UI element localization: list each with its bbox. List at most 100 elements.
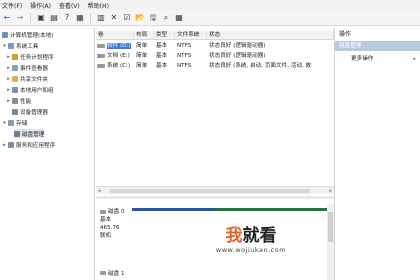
disk-0-logical-partition-bar[interactable] (216, 208, 332, 211)
refresh-icon[interactable]: ▥ (96, 13, 106, 23)
pane-splitter[interactable] (96, 196, 334, 199)
scrollbar-thumb[interactable] (328, 212, 333, 242)
status-cell: 状态良好 (系统, 启动, 页面文件, 活动, 故 (209, 63, 312, 69)
volume-icon (97, 53, 105, 58)
tree-item-label: 共享文件夹 (20, 76, 48, 83)
tree-item-system-tools[interactable]: ▾ 系统工具 (2, 41, 38, 50)
clock-icon (12, 53, 18, 60)
filesystem-cell: NTFS (177, 53, 192, 59)
column-header-status[interactable]: 状态 (207, 31, 334, 40)
tree-item-label: 存储 (16, 120, 28, 127)
actions-section-header[interactable]: 磁盘管理 (335, 41, 420, 51)
column-header-type[interactable]: 类型 (154, 31, 175, 40)
tree-item-label: 磁盘管理 (22, 131, 45, 138)
forward-arrow-icon[interactable]: → (15, 13, 25, 23)
scroll-right-icon[interactable]: ▸ (329, 187, 332, 195)
layout-cell: 简单 (136, 53, 148, 59)
tools-icon (8, 42, 14, 49)
disk-1-name: 磁盘 1 (108, 271, 125, 277)
menu-file[interactable]: 文件(F) (2, 1, 22, 10)
watermark-logo-part2: 就看 (242, 226, 277, 246)
open-folder-icon[interactable]: 📂 (135, 13, 145, 23)
menu-action[interactable]: 操作(A) (30, 1, 51, 10)
expand-icon[interactable]: ▸ (2, 142, 7, 148)
filesystem-cell: NTFS (177, 63, 192, 69)
expand-icon[interactable]: ▸ (6, 98, 11, 104)
watermark-url: www.wojiukan.com (215, 246, 287, 254)
help-icon[interactable]: ? (62, 13, 72, 23)
computer-icon (2, 31, 8, 38)
volume-name: 软件 (D:) (107, 43, 131, 49)
tree-item-services[interactable]: ▸ 服务和应用程序 (2, 140, 55, 149)
collapse-icon[interactable]: ▾ (2, 43, 7, 49)
vertical-scrollbar[interactable] (327, 204, 334, 280)
properties-icon[interactable]: ▦ (75, 13, 85, 23)
device-icon (12, 108, 18, 115)
scrollbar-thumb[interactable] (110, 189, 310, 193)
up-level-icon[interactable]: ▣ (36, 13, 46, 23)
tree-item-shared-folders[interactable]: ▸ 共享文件夹 (6, 74, 48, 83)
expand-icon[interactable]: ▸ (6, 87, 11, 93)
column-header-layout[interactable]: 布局 (134, 31, 154, 40)
disk-1-info[interactable]: 磁盘 1 (100, 268, 140, 278)
tree-item-disk-management[interactable]: 磁盘管理 (14, 129, 45, 138)
chevron-right-icon[interactable]: ▸ (413, 55, 416, 64)
tree-item-storage[interactable]: ▾ 存储 (2, 118, 27, 127)
menu-help[interactable]: 帮助(H) (88, 1, 109, 10)
check-icon[interactable]: ☑ (122, 13, 132, 23)
navigation-tree: 计算机管理(本地) ▾ 系统工具 ▸ 任务计划程序 ▸ 事件查看器 ▸ 共享文件… (0, 28, 95, 280)
type-cell: 基本 (156, 43, 168, 49)
expand-icon[interactable]: ▸ (6, 76, 11, 82)
collapse-icon[interactable]: ▾ (2, 120, 7, 126)
layout-cell: 简单 (136, 43, 148, 49)
volume-icon (97, 43, 105, 48)
table-row[interactable]: 软件 (D:) 简单 基本 NTFS 状态良好 (逻辑驱动器) (96, 42, 334, 51)
tree-item-label: 本地用户和组 (20, 87, 54, 94)
table-row[interactable]: 系统 (C:) 简单 基本 NTFS 状态良好 (系统, 启动, 页面文件, 活… (96, 62, 334, 71)
disk-0-info[interactable]: 磁盘 0 基本 465.76 联机 (100, 208, 130, 250)
disk-0-title: 磁盘 0 (100, 208, 130, 216)
horizontal-scrollbar[interactable]: ◂ ▸ (96, 186, 334, 194)
list-view-icon[interactable]: ▦ (174, 13, 184, 23)
tree-item-label: 系统工具 (16, 43, 39, 50)
disk-0-size: 465.76 (100, 225, 120, 231)
save-icon[interactable]: 🖫 (148, 13, 158, 23)
storage-icon (8, 119, 14, 126)
folder-icon (12, 75, 18, 82)
expand-icon[interactable]: ▸ (6, 65, 11, 71)
column-header-filesystem[interactable]: 文件系统 (175, 31, 207, 40)
tree-item-label: 服务和应用程序 (16, 142, 56, 149)
volume-cell: 系统 (C:) (96, 62, 134, 71)
volume-icon (97, 63, 105, 68)
more-actions-link[interactable]: 更多操作 (351, 55, 373, 64)
tree-item-event-viewer[interactable]: ▸ 事件查看器 (6, 63, 48, 72)
tree-item-device-manager[interactable]: 设备管理器 (12, 107, 48, 116)
layout-cell: 简单 (136, 63, 148, 69)
expand-icon[interactable]: ▸ (6, 54, 11, 60)
tree-item-label: 计算机管理(本地) (10, 32, 54, 39)
tree-item-label: 任务计划程序 (20, 54, 54, 61)
volume-cell: 软件 (D:) (96, 42, 134, 51)
tree-item-label: 性能 (20, 98, 32, 105)
toolbar-separator (90, 12, 91, 23)
filesystem-cell: NTFS (177, 43, 192, 49)
tree-item-performance[interactable]: ▸ 性能 (6, 96, 31, 105)
back-arrow-icon[interactable]: ← (2, 13, 12, 23)
delete-icon[interactable]: ✕ (109, 13, 119, 23)
scroll-left-icon[interactable]: ◂ (98, 187, 101, 195)
search-icon[interactable]: ⌕ (161, 13, 171, 23)
tree-item-label: 设备管理器 (20, 109, 48, 116)
disk-0-name: 磁盘 0 (108, 209, 125, 215)
tree-item-task-scheduler[interactable]: ▸ 任务计划程序 (6, 52, 54, 61)
tree-item-root[interactable]: 计算机管理(本地) (2, 30, 54, 39)
menu-view[interactable]: 查看(V) (59, 1, 80, 10)
hard-disk-icon (100, 271, 106, 275)
column-header-volume[interactable]: 卷 (96, 31, 134, 40)
site-watermark: 我就看 www.wojiukan.com (196, 226, 306, 264)
tree-item-local-users[interactable]: ▸ 本地用户和组 (6, 85, 54, 94)
status-cell: 状态良好 (逻辑驱动器) (209, 43, 266, 49)
hard-disk-icon (100, 210, 106, 214)
tree-item-label: 事件查看器 (20, 65, 48, 72)
table-row[interactable]: 文档 (E:) 简单 基本 NTFS 状态良好 (逻辑驱动器) (96, 52, 334, 61)
show-tree-icon[interactable]: ▤ (49, 13, 59, 23)
